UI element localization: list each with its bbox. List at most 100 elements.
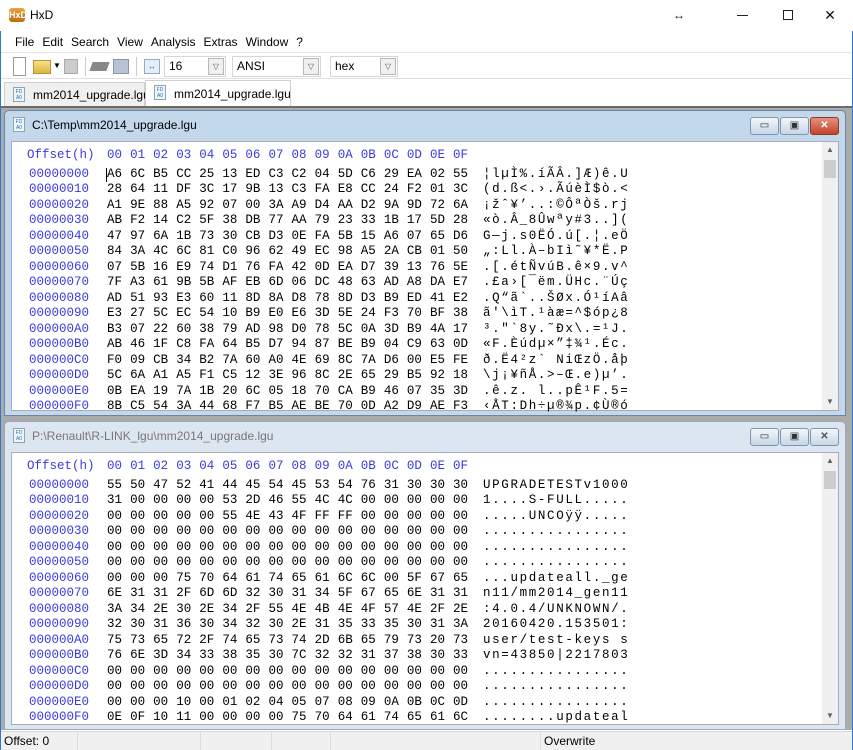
hex-byte[interactable]: 1F [153,337,168,351]
hex-byte[interactable]: 6A [453,198,468,212]
scroll-up-icon[interactable]: ▲ [822,453,838,469]
hex-byte[interactable]: 12 [245,368,260,382]
hex-byte[interactable]: 5E [338,306,353,320]
hex-byte[interactable]: 55 [453,167,468,181]
hex-byte[interactable]: 35 [338,617,353,631]
hex-byte[interactable]: 65 [361,368,376,382]
menu-view[interactable]: View [115,32,147,52]
hex-byte[interactable]: 3D [453,384,468,398]
hex-byte[interactable]: 33 [199,648,214,662]
hex-byte[interactable]: 00 [268,540,283,554]
minimize-button[interactable] [719,0,765,30]
hex-byte[interactable]: 3D [384,322,399,336]
hex-byte[interactable]: 31 [430,617,445,631]
hex-byte[interactable]: 5C [107,368,122,382]
hex-byte[interactable]: DF [176,182,191,196]
hex-byte[interactable]: 25 [199,167,214,181]
hex-byte[interactable]: 14 [153,213,168,227]
hex-byte[interactable]: 76 [430,260,445,274]
hex-byte[interactable]: C5 [222,368,237,382]
hex-byte[interactable]: 18 [453,368,468,382]
hex-byte[interactable]: 63 [361,275,376,289]
hex-byte[interactable]: FE [453,353,468,367]
hex-byte[interactable]: D9 [407,399,422,413]
hex-byte[interactable]: 00 [130,493,145,507]
hex-byte[interactable]: 31 [453,586,468,600]
hex-byte[interactable]: 00 [199,710,214,724]
hex-byte[interactable]: 60 [245,353,260,367]
ascii-text[interactable]: ................ [483,555,629,569]
hex-byte[interactable]: 00 [153,493,168,507]
hex-byte[interactable]: 54 [199,306,214,320]
hex-byte[interactable]: 00 [338,679,353,693]
hex-byte[interactable]: 00 [176,679,191,693]
hex-byte[interactable]: 9D [407,198,422,212]
hex-byte[interactable]: 0D [361,399,376,413]
hex-byte[interactable]: 01 [430,182,445,196]
hex-byte[interactable]: 6E [130,648,145,662]
ascii-text[interactable]: ...updateall._ge [483,571,629,585]
hex-byte[interactable]: 2E [199,602,214,616]
hex-byte[interactable]: 00 [199,540,214,554]
hex-byte[interactable]: 96 [245,244,260,258]
hex-byte[interactable]: 5C [338,322,353,336]
hex-byte[interactable]: 34 [222,617,237,631]
hex-byte[interactable]: 36 [176,617,191,631]
hex-byte[interactable]: 8C [338,353,353,367]
hex-byte[interactable]: 00 [361,509,376,523]
hex-byte[interactable]: 0B [107,384,122,398]
hex-byte[interactable]: 30 [268,648,283,662]
hex-byte[interactable]: 30 [407,478,422,492]
hex-byte[interactable]: 44 [222,478,237,492]
hex-byte[interactable]: AD [107,291,122,305]
hex-byte[interactable]: EA [130,384,145,398]
hex-byte[interactable]: 00 [453,493,468,507]
hex-byte[interactable]: 00 [384,679,399,693]
hex-byte[interactable]: 65 [245,633,260,647]
hex-byte[interactable]: 4A [430,322,445,336]
hex-byte[interactable]: 00 [199,493,214,507]
hex-byte[interactable]: CB [407,244,422,258]
hex-byte[interactable]: 30 [268,617,283,631]
hex-byte[interactable]: 00 [153,555,168,569]
hex-byte[interactable]: 6E [407,586,422,600]
hex-byte[interactable]: 00 [407,524,422,538]
ram-icon[interactable] [89,62,110,71]
hex-byte[interactable]: 00 [130,540,145,554]
scroll-down-icon[interactable]: ▼ [822,708,838,724]
hex-byte[interactable]: 1B [199,384,214,398]
hex-byte[interactable]: 97 [130,229,145,243]
child-restore-button[interactable]: ▣ [780,117,809,135]
hex-byte[interactable]: F3 [453,399,468,413]
hex-byte[interactable]: 07 [107,260,122,274]
hex-byte[interactable]: 94 [292,337,307,351]
ascii-text[interactable]: ................ [483,540,629,554]
ascii-text[interactable]: .ê.z. l..pÊ¹F.5= [483,384,629,398]
hex-byte[interactable]: 00 [361,664,376,678]
hex-byte[interactable]: C9 [407,337,422,351]
hex-byte[interactable]: 00 [453,509,468,523]
hex-byte[interactable]: 70 [407,306,422,320]
hex-byte[interactable]: 0B [407,695,422,709]
hex-byte[interactable]: BE [338,337,353,351]
hex-byte[interactable]: 57 [384,602,399,616]
hex-byte[interactable]: 00 [268,664,283,678]
hex-byte[interactable]: 00 [130,524,145,538]
hex-byte[interactable]: 31 [315,617,330,631]
hex-byte[interactable]: 98 [268,322,283,336]
hex-byte[interactable]: 54 [268,478,283,492]
hex-byte[interactable]: 00 [222,555,237,569]
hex-byte[interactable]: 00 [338,540,353,554]
hex-byte[interactable]: A5 [361,244,376,258]
hex-byte[interactable]: 00 [130,679,145,693]
hex-byte[interactable]: 55 [107,478,122,492]
hex-byte[interactable]: 00 [130,695,145,709]
hex-byte[interactable]: 6D [222,586,237,600]
ascii-text[interactable]: (d.ß<.›.ÃúèÌ$ò.< [483,182,629,196]
hex-byte[interactable]: D8 [292,291,307,305]
offset-base-select[interactable]: hex ▽ [330,56,398,77]
hex-byte[interactable]: 73 [199,229,214,243]
hex-byte[interactable]: 00 [292,555,307,569]
menu-analysis[interactable]: Analysis [149,32,200,52]
hex-byte[interactable]: 38 [199,322,214,336]
